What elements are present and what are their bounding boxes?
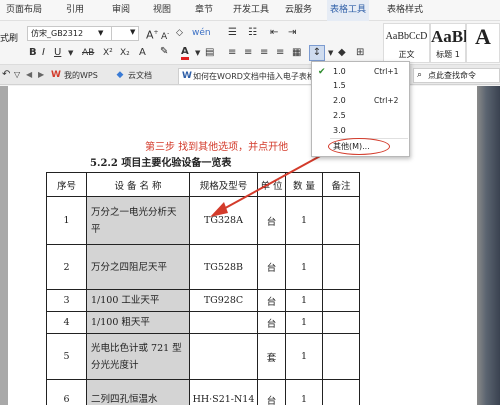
option-shortcut: Ctrl+2 (374, 96, 399, 105)
line-spacing-option-2-5[interactable]: 2.5 (312, 109, 409, 123)
line-spacing-option-3-0[interactable]: 3.0 (312, 124, 409, 138)
option-value: 1.5 (333, 81, 346, 90)
checkmark-icon: ✔ (318, 67, 326, 77)
annotation-arrow-head (210, 202, 228, 217)
line-spacing-option-1-5[interactable]: 1.5 (312, 79, 409, 93)
annotation-highlight-ring (328, 138, 390, 155)
annotation-arrow-line (217, 148, 334, 213)
line-spacing-menu: ✔ 1.0 Ctrl+1 1.5 2.0 Ctrl+2 2.5 3.0 其他(M… (311, 61, 410, 157)
line-spacing-option-2-0[interactable]: 2.0 Ctrl+2 (312, 94, 409, 108)
option-value: 2.0 (333, 96, 346, 105)
annotation-arrow (210, 148, 334, 217)
option-value: 3.0 (333, 126, 346, 135)
option-value: 1.0 (333, 67, 346, 76)
option-shortcut: Ctrl+1 (374, 67, 399, 76)
option-value: 2.5 (333, 111, 346, 120)
line-spacing-option-1-0[interactable]: ✔ 1.0 Ctrl+1 (312, 65, 409, 79)
